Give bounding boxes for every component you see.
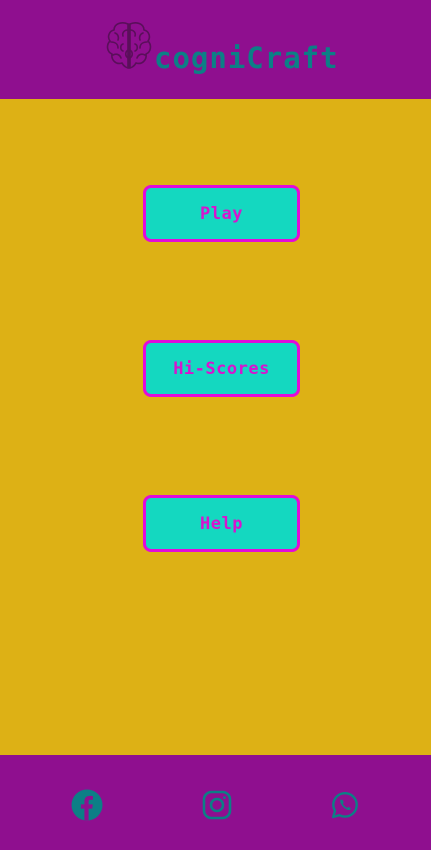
whatsapp-icon[interactable]	[329, 789, 361, 821]
app-root: cogniCraft Play Hi-Scores Help	[0, 0, 431, 850]
main-menu: Play Hi-Scores Help	[0, 99, 431, 755]
app-header: cogniCraft	[0, 0, 431, 99]
brain-icon	[106, 20, 152, 70]
play-button[interactable]: Play	[143, 185, 300, 242]
help-button[interactable]: Help	[143, 495, 300, 552]
app-footer	[0, 755, 431, 850]
facebook-icon[interactable]	[71, 789, 103, 821]
hi-scores-button[interactable]: Hi-Scores	[143, 340, 300, 397]
instagram-icon[interactable]	[201, 789, 233, 821]
brand: cogniCraft	[106, 18, 339, 78]
app-title: cogniCraft	[154, 41, 339, 75]
